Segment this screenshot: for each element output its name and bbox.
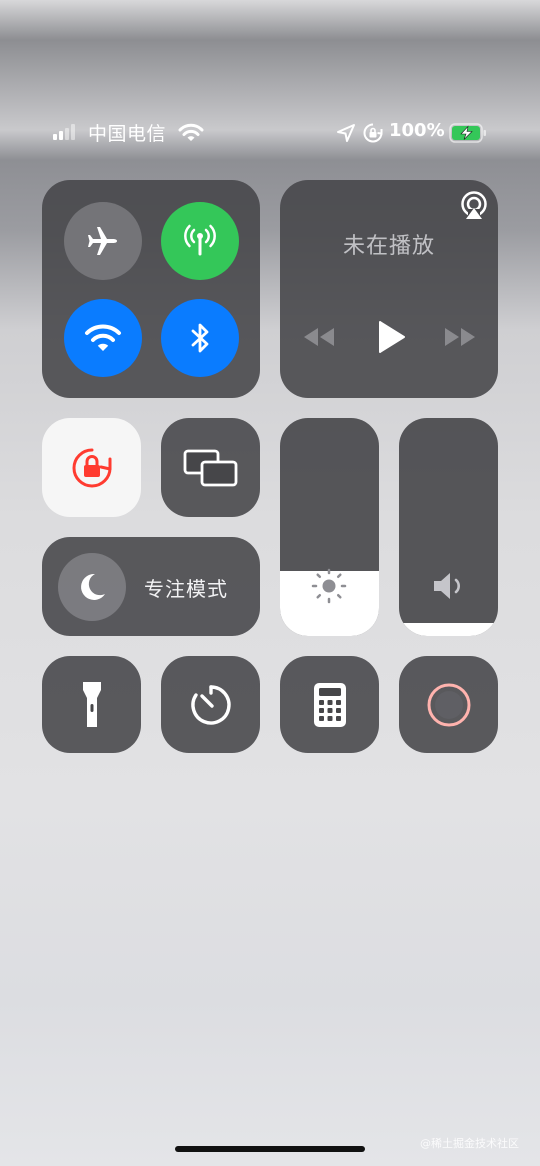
volume-slider[interactable] [399,418,498,636]
wifi-icon [178,123,204,141]
wifi-icon [85,324,121,351]
now-playing-title: 未在播放 [342,234,435,259]
location-arrow-icon [337,124,355,142]
moon-icon [81,573,105,600]
airplane-icon [88,227,117,255]
bluetooth-toggle[interactable] [161,299,239,377]
volume-level [399,622,498,636]
record-icon [427,683,470,726]
orientation-lock-toggle[interactable] [42,418,141,517]
sun-icon [311,568,347,604]
fast-forward-icon[interactable] [443,326,477,348]
airplane-mode-toggle[interactable] [64,202,142,280]
rewind-icon[interactable] [302,326,336,348]
focus-mode-button[interactable]: 专注模式 [42,537,260,636]
wifi-toggle[interactable] [64,299,142,377]
calculator-icon [313,682,346,727]
carrier-name: 中国电信 [88,123,167,145]
orientation-lock-icon [363,123,383,143]
home-indicator[interactable] [175,1146,365,1152]
brightness-slider[interactable] [280,418,379,636]
battery-charging-icon [449,123,486,143]
timer-button[interactable] [161,656,260,753]
play-icon[interactable] [376,320,406,354]
speaker-icon [434,573,460,599]
screen-recording-button[interactable] [399,656,498,753]
signal-strength-icon [53,124,81,140]
now-playing-module: 未在播放 [280,180,498,398]
orientation-lock-icon [72,448,111,487]
focus-mode-label: 专注模式 [144,577,228,601]
airplay-icon[interactable] [458,190,490,222]
screen-mirroring-button[interactable] [161,418,260,517]
cellular-data-toggle[interactable] [161,202,239,280]
flashlight-icon [82,681,101,727]
battery-percent: 100% [389,120,445,141]
connectivity-module [42,180,260,398]
screen-mirroring-icon [183,449,237,486]
antenna-icon [184,224,216,256]
calculator-button[interactable] [280,656,379,753]
bluetooth-icon [191,323,209,353]
status-bar: 中国电信 100% [0,118,540,148]
timer-icon [190,684,231,725]
focus-icon-circle [58,553,126,621]
watermark: @稀土掘金技术社区 [420,1137,519,1150]
flashlight-button[interactable] [42,656,141,753]
